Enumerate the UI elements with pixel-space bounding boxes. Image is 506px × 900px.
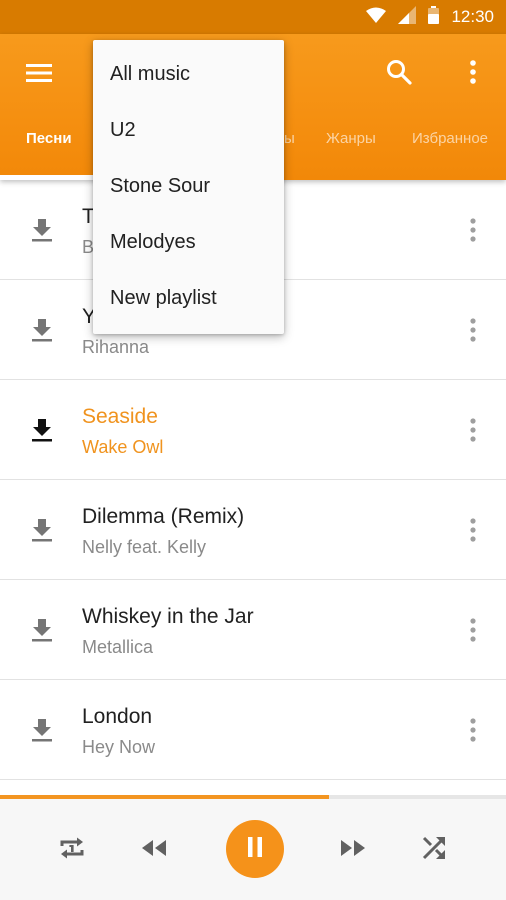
tab-genres[interactable]: Жанры xyxy=(326,130,376,147)
tab-favorites[interactable]: Избранное xyxy=(412,130,488,147)
more-vert-icon[interactable] xyxy=(462,614,484,646)
song-artist: Wake Owl xyxy=(82,437,164,457)
song-artist: Rihanna xyxy=(82,337,150,357)
menu-button[interactable] xyxy=(22,58,56,92)
tab-indicator xyxy=(0,175,96,180)
song-artist: Hey Now xyxy=(82,737,156,757)
menu-item-u2[interactable]: U2 xyxy=(93,102,284,158)
music-player-screen: 12:30 Песни ы Жанры Избранное T B Y Riha… xyxy=(0,0,506,900)
battery-icon xyxy=(428,5,440,29)
menu-item-all-music[interactable]: All music xyxy=(93,46,284,102)
more-vert-icon[interactable] xyxy=(462,414,484,446)
download-icon[interactable] xyxy=(28,316,56,344)
more-vert-icon xyxy=(469,59,477,89)
status-bar: 12:30 xyxy=(0,0,506,34)
previous-button[interactable] xyxy=(136,832,172,868)
pause-button[interactable] xyxy=(226,820,284,878)
player-controls xyxy=(0,799,506,900)
next-button[interactable] xyxy=(335,832,371,868)
song-artist: Nelly feat. Kelly xyxy=(82,537,207,557)
pause-icon xyxy=(245,836,265,863)
download-icon[interactable] xyxy=(28,616,56,644)
menu-item-stone-sour[interactable]: Stone Sour xyxy=(93,158,284,214)
repeat-one-icon xyxy=(58,834,86,867)
wifi-icon xyxy=(366,7,387,28)
song-row[interactable]: Dilemma (Remix) Nelly feat. Kelly xyxy=(0,480,506,580)
search-button[interactable] xyxy=(382,57,416,91)
previous-icon xyxy=(139,838,169,863)
menu-item-melodyes[interactable]: Melodyes xyxy=(93,214,284,270)
signal-icon xyxy=(398,5,417,29)
song-title: Seaside xyxy=(82,405,158,428)
song-title: Dilemma (Remix) xyxy=(82,505,245,528)
song-artist: Metallica xyxy=(82,637,154,657)
shuffle-icon xyxy=(420,834,448,867)
playlist-dropdown-menu: All music U2 Stone Sour Melodyes New pla… xyxy=(93,40,284,334)
more-vert-icon[interactable] xyxy=(462,514,484,546)
search-icon xyxy=(386,59,412,90)
next-icon xyxy=(338,838,368,863)
song-title: Whiskey in the Jar xyxy=(82,605,254,628)
download-icon[interactable] xyxy=(28,516,56,544)
tab-songs[interactable]: Песни xyxy=(26,130,72,147)
download-icon[interactable] xyxy=(28,716,56,744)
repeat-one-button[interactable] xyxy=(54,832,90,868)
download-icon[interactable] xyxy=(28,216,56,244)
menu-icon xyxy=(26,63,52,88)
more-vert-icon[interactable] xyxy=(462,214,484,246)
song-row[interactable]: London Hey Now xyxy=(0,680,506,780)
tab-partial[interactable]: ы xyxy=(284,130,295,147)
status-time: 12:30 xyxy=(451,7,494,26)
song-title: London xyxy=(82,705,153,728)
song-row[interactable]: Whiskey in the Jar Metallica xyxy=(0,580,506,680)
more-vert-icon[interactable] xyxy=(462,714,484,746)
more-vert-icon[interactable] xyxy=(462,314,484,346)
more-options-button[interactable] xyxy=(458,57,488,91)
menu-item-new-playlist[interactable]: New playlist xyxy=(93,270,284,326)
song-row-now-playing[interactable]: Seaside Wake Owl xyxy=(0,380,506,480)
download-icon[interactable] xyxy=(28,416,56,444)
shuffle-button[interactable] xyxy=(416,832,452,868)
